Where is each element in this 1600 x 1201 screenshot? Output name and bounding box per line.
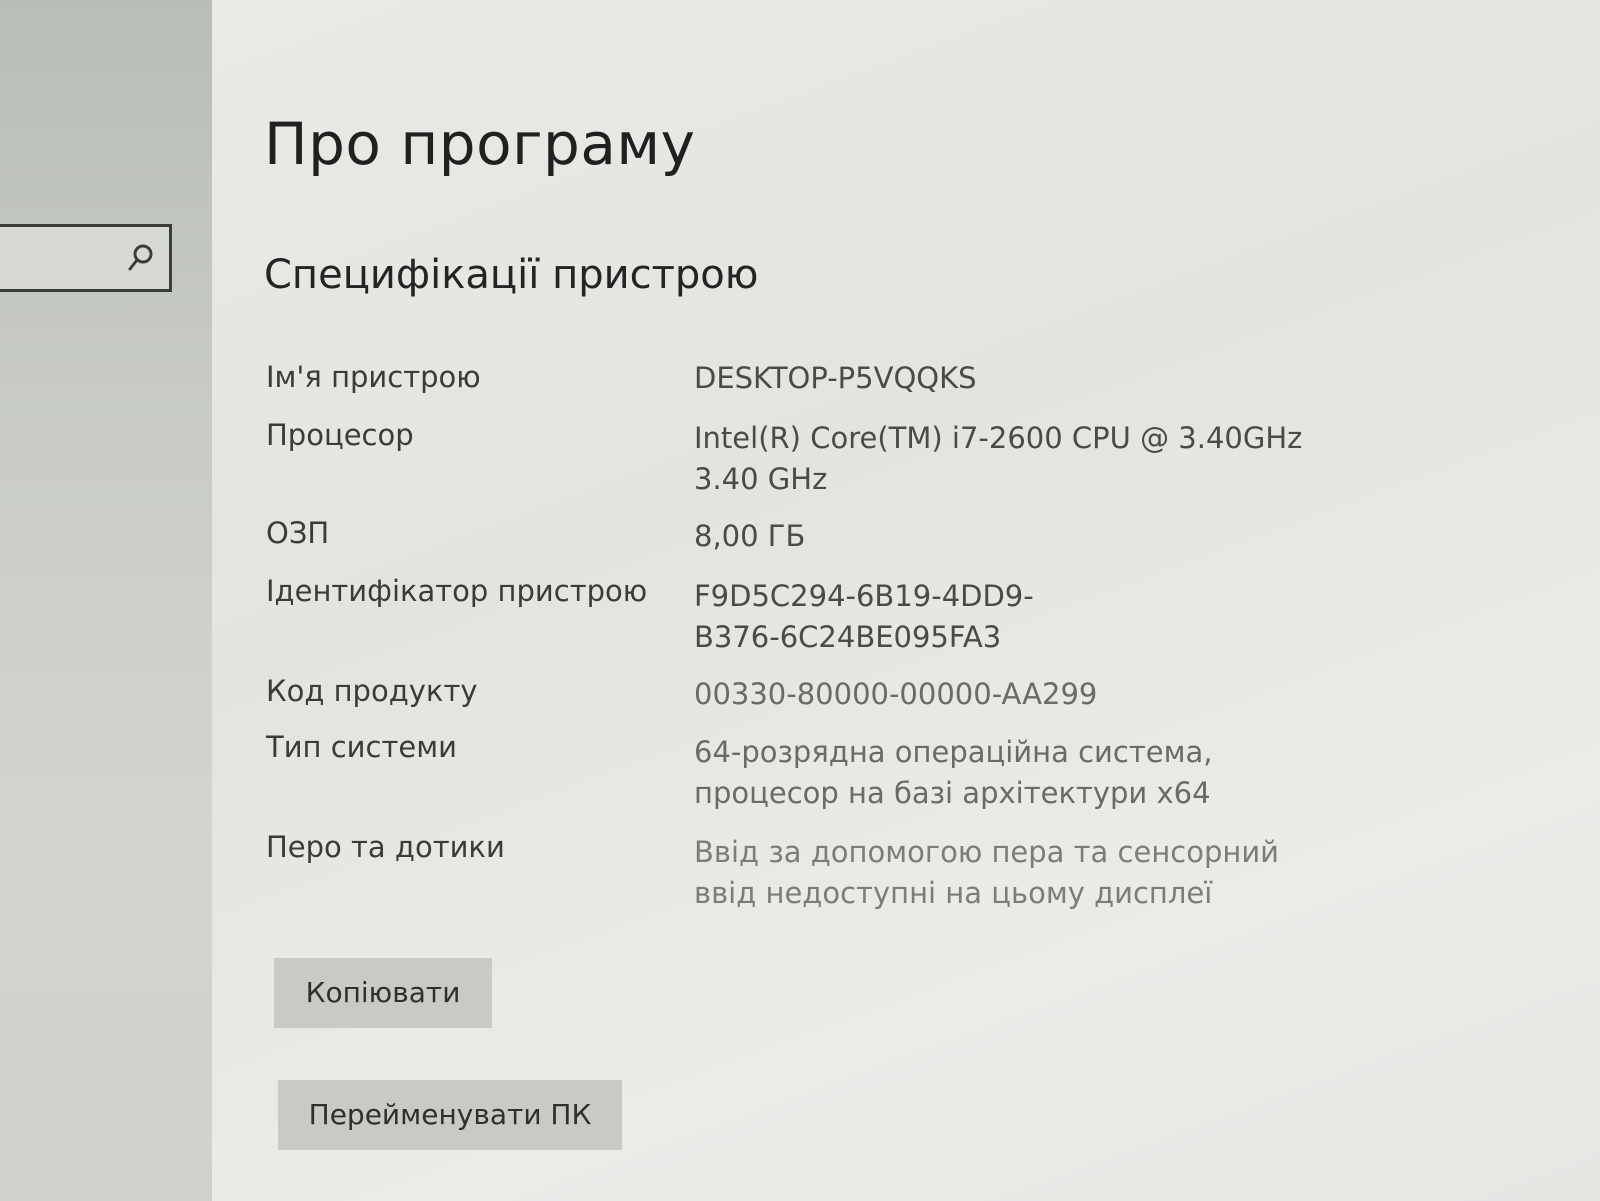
spec-value-device-name: DESKTOP-P5VQQKS [694, 361, 977, 395]
search-input[interactable] [0, 224, 172, 292]
spec-label-product-id: Код продукту [266, 674, 478, 708]
spec-value-processor-line1: Intel(R) Core(TM) i7-2600 CPU @ 3.40GHz [694, 421, 1303, 455]
spec-value-pen-touch-line1: Ввід за допомогою пера та сенсорний [694, 835, 1280, 869]
spec-value-system-type-line2: процесор на базі архітектури x64 [694, 776, 1211, 810]
spec-label-pen-touch: Перо та дотики [266, 830, 505, 864]
spec-value-processor-line2: 3.40 GHz [694, 462, 828, 496]
spec-value-device-id-line1: F9D5C294-6B19-4DD9- [694, 579, 1034, 613]
page-title: Про програму [264, 110, 696, 178]
spec-label-processor: Процесор [266, 418, 414, 452]
rename-pc-button[interactable]: Перейменувати ПК [278, 1080, 622, 1150]
spec-value-product-id: 00330-80000-00000-AA299 [694, 677, 1098, 711]
spec-label-device-id: Ідентифікатор пристрою [266, 574, 648, 608]
search-icon[interactable] [127, 243, 155, 273]
section-title: Специфікації пристрою [264, 252, 759, 298]
copy-button[interactable]: Копіювати [274, 958, 492, 1028]
spec-value-ram: 8,00 ГБ [694, 519, 806, 553]
spec-label-system-type: Тип системи [266, 730, 457, 764]
spec-value-pen-touch-line2: ввід недоступні на цьому дисплеї [694, 876, 1213, 910]
spec-value-system-type-line1: 64-розрядна операційна система, [694, 735, 1213, 769]
sidebar [0, 0, 212, 1201]
spec-label-device-name: Ім'я пристрою [266, 360, 481, 394]
spec-value-device-id-line2: B376-6C24BE095FA3 [694, 620, 1002, 654]
spec-label-ram: ОЗП [266, 516, 330, 550]
